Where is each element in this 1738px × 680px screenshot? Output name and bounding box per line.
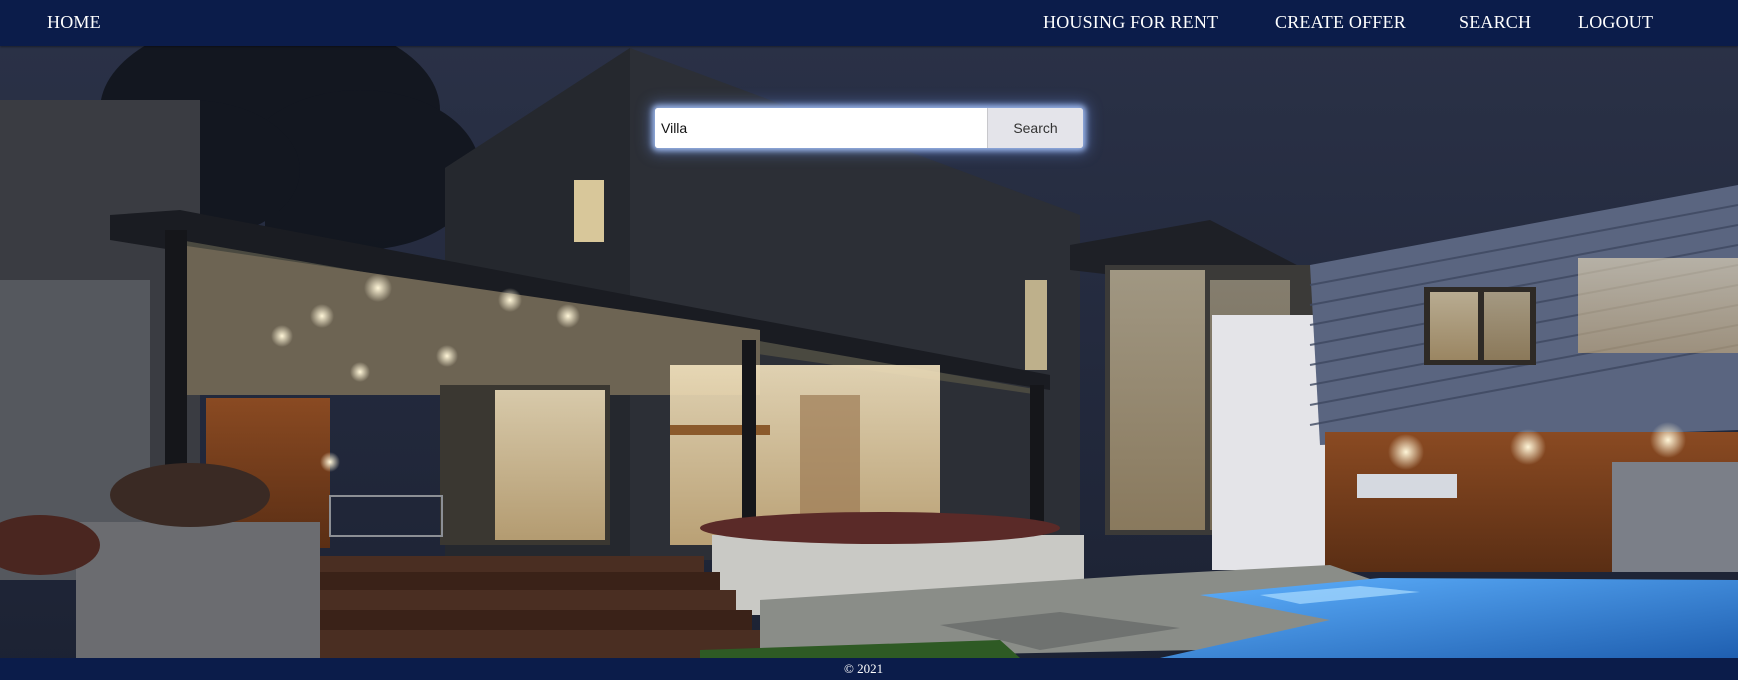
- search-button[interactable]: Search: [987, 108, 1083, 148]
- copyright-text: © 2021: [844, 661, 884, 676]
- footer: © 2021: [0, 658, 1738, 680]
- nav-logout-link[interactable]: LOGOUT: [1578, 0, 1653, 40]
- search-input[interactable]: [655, 108, 987, 148]
- nav-housing-for-rent-link[interactable]: HOUSING FOR RENT: [1043, 0, 1218, 40]
- nav-create-offer-link[interactable]: CREATE OFFER: [1275, 0, 1406, 40]
- search-form: Search: [655, 108, 1083, 148]
- nav-search-link[interactable]: SEARCH: [1459, 0, 1531, 40]
- top-navbar: HOME HOUSING FOR RENT CREATE OFFER SEARC…: [0, 0, 1738, 46]
- nav-home-link[interactable]: HOME: [47, 0, 101, 40]
- page: HOME HOUSING FOR RENT CREATE OFFER SEARC…: [0, 0, 1738, 680]
- background-image: [0, 0, 1738, 680]
